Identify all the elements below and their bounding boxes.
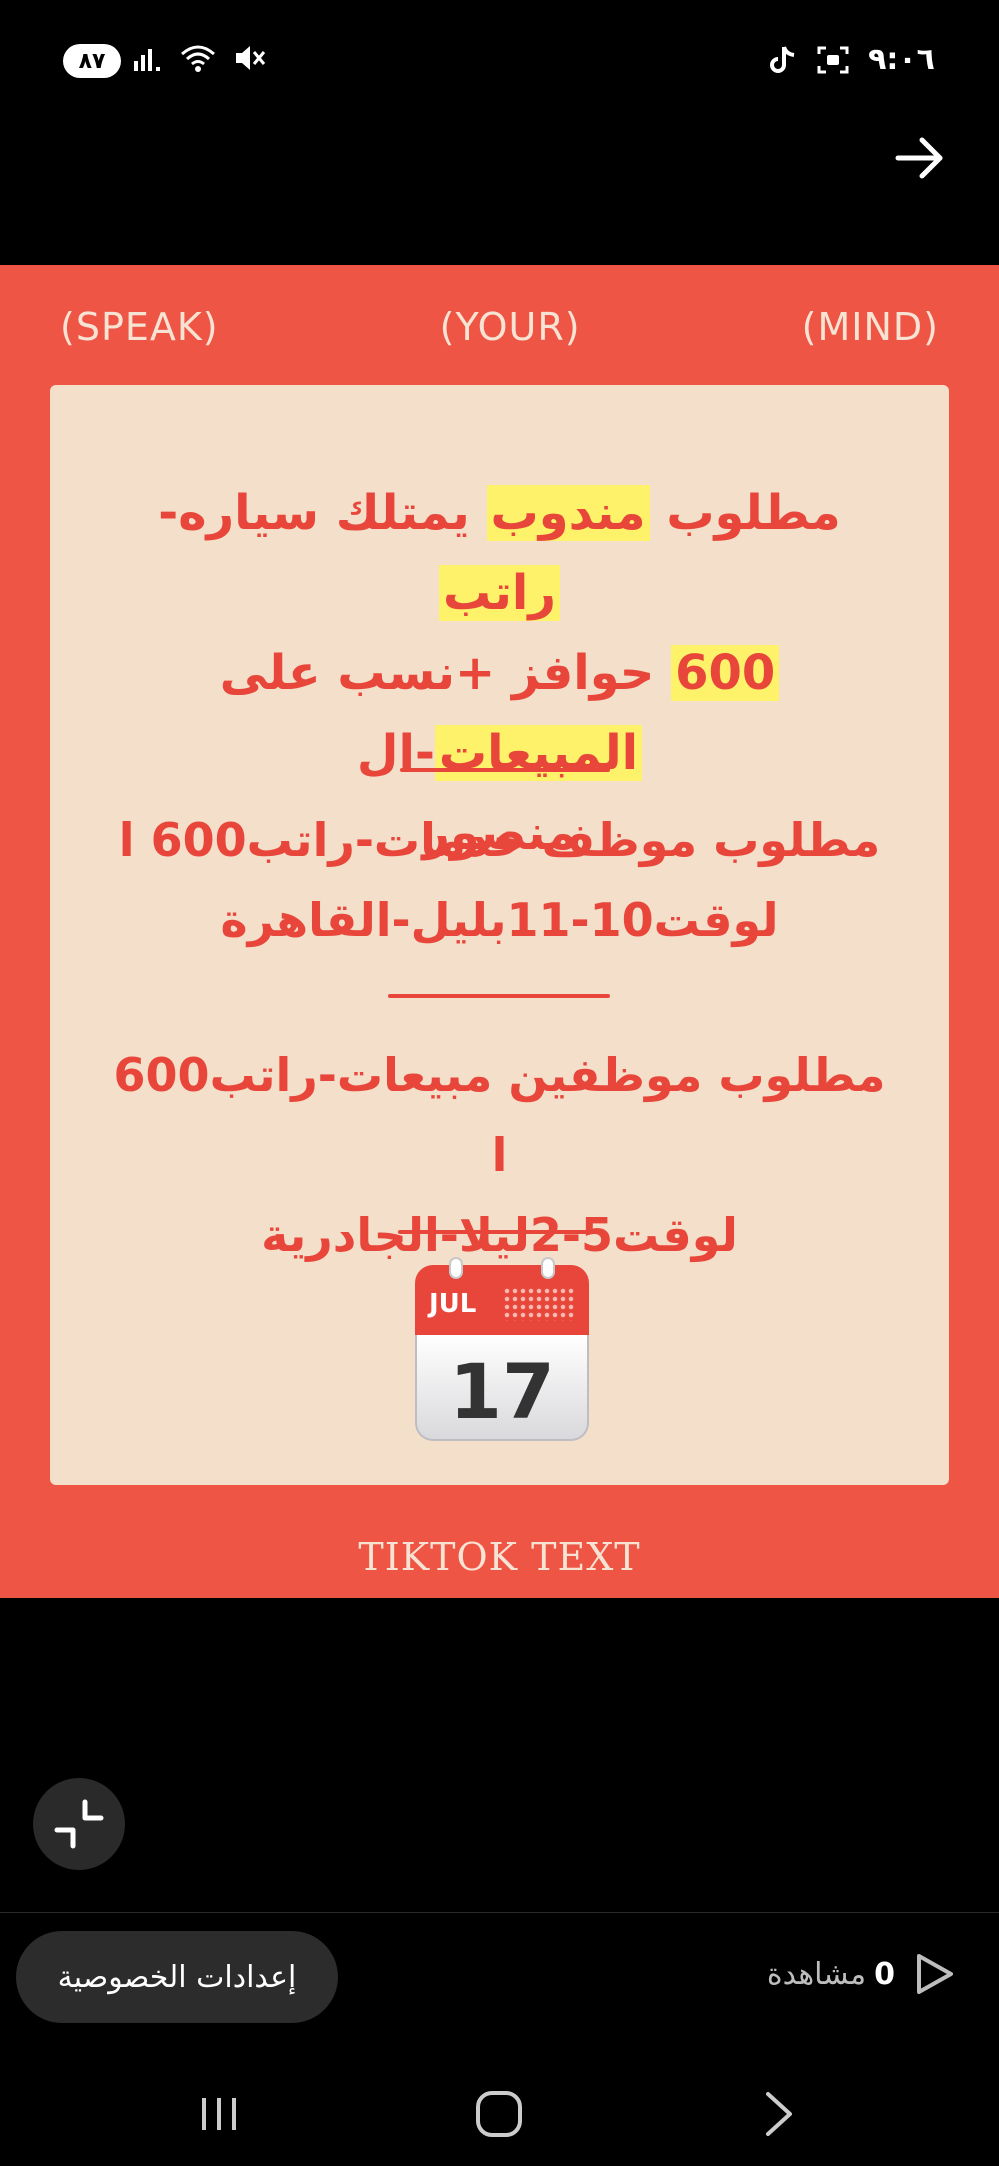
mute-icon bbox=[236, 46, 266, 70]
calendar-icon: JUL 17 bbox=[415, 1257, 589, 1441]
home-icon[interactable] bbox=[464, 2084, 534, 2144]
topline-word-speak: (SPEAK) bbox=[60, 305, 219, 349]
post-2: مطلوب موظف خدمات-راتب600 ا لوقت10-11بليل… bbox=[100, 800, 899, 960]
topline-word-mind: (MIND) bbox=[801, 305, 939, 349]
status-bar: ٨٧ ٩:٠٦ bbox=[0, 0, 999, 120]
post-2-line-2: لوقت10-11بليل-القاهرة bbox=[220, 893, 779, 947]
views-count: 0 bbox=[874, 1956, 895, 1992]
status-icons-right: ٩:٠٦ bbox=[768, 42, 935, 77]
post-3-line-2: لوقت5-2ليلا-الجادرية bbox=[261, 1208, 738, 1262]
views-counter[interactable]: 0 مشاهدة bbox=[767, 1952, 955, 1996]
minimize-button[interactable] bbox=[33, 1778, 125, 1870]
calendar-month: JUL bbox=[429, 1289, 477, 1319]
post-3-line-1: مطلوب موظفين مبيعات-راتب600 ا bbox=[113, 1048, 886, 1182]
bottom-divider bbox=[0, 1912, 999, 1913]
watermark: TIKTOK TEXT bbox=[358, 1535, 641, 1579]
back-icon[interactable] bbox=[744, 2084, 814, 2144]
post-1-line-1: مطلوب مندوب يمتلك سياره-راتب bbox=[158, 485, 841, 621]
tiktok-icon bbox=[770, 45, 795, 73]
signal-icon bbox=[134, 49, 160, 71]
story-media[interactable]: (SPEAK) (YOUR) (MIND) مطلوب مندوب يمتلك … bbox=[0, 265, 999, 1598]
clock: ٩:٠٦ bbox=[868, 42, 935, 77]
post-2-line-1: مطلوب موظف خدمات-راتب600 ا bbox=[118, 813, 881, 867]
screen-record-icon bbox=[817, 46, 849, 73]
play-icon bbox=[917, 1954, 953, 1994]
collapse-icon bbox=[54, 1799, 104, 1849]
wifi-icon bbox=[181, 45, 215, 72]
divider-line bbox=[388, 994, 610, 998]
text-card: مطلوب مندوب يمتلك سياره-راتب 600 حوافز +… bbox=[50, 385, 949, 1485]
privacy-settings-button[interactable]: إعدادات الخصوصية bbox=[16, 1931, 338, 2023]
system-nav-bar bbox=[0, 2070, 999, 2166]
topline-words: (SPEAK) (YOUR) (MIND) bbox=[60, 305, 939, 349]
battery-indicator: ٨٧ bbox=[63, 44, 121, 78]
divider-line bbox=[398, 1230, 604, 1234]
forward-arrow-icon[interactable] bbox=[892, 130, 948, 186]
divider-line bbox=[400, 768, 610, 772]
views-label: مشاهدة bbox=[766, 1956, 867, 1992]
calendar-day: 17 bbox=[449, 1347, 555, 1436]
post-3: مطلوب موظفين مبيعات-راتب600 ا لوقت5-2ليل… bbox=[100, 1035, 899, 1275]
recent-apps-icon[interactable] bbox=[184, 2084, 254, 2144]
topline-word-your: (YOUR) bbox=[439, 305, 581, 349]
status-icons bbox=[132, 42, 266, 74]
